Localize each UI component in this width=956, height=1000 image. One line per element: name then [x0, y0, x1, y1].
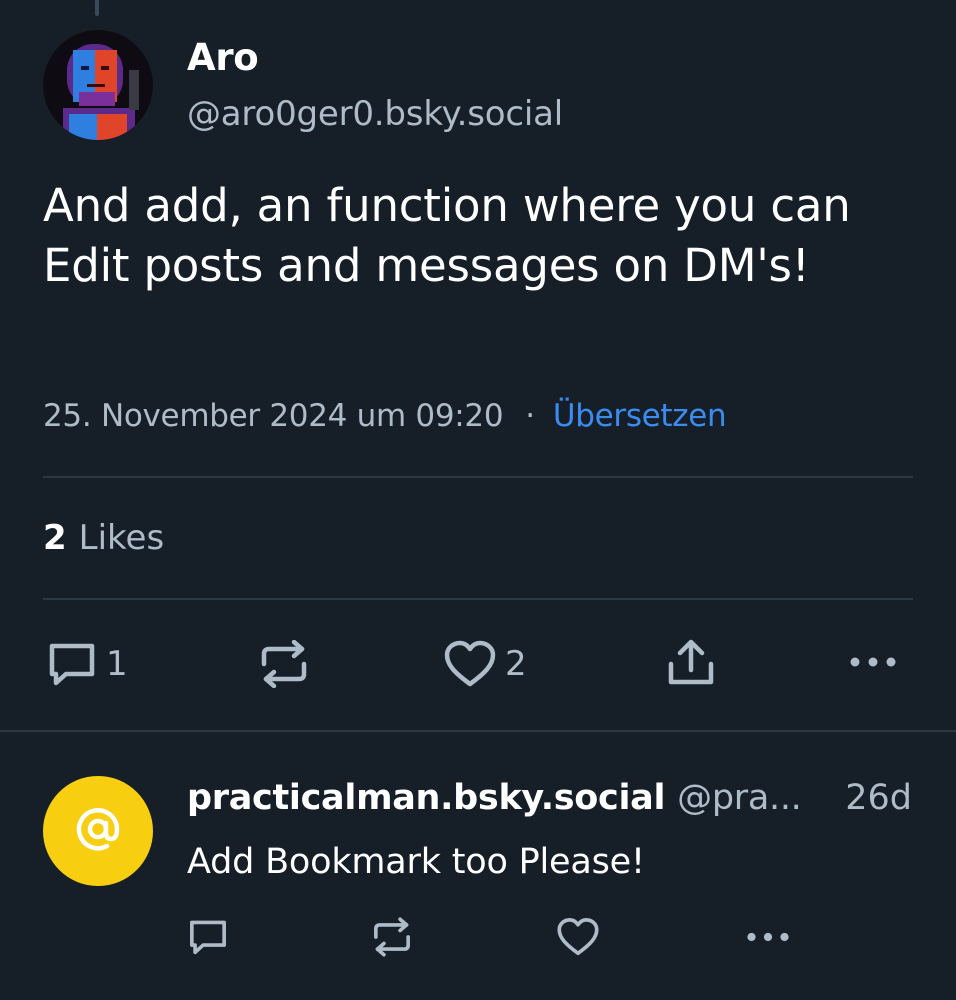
post-meta: 25. November 2024 um 09:20 · Übersetzen	[43, 398, 727, 434]
divider	[43, 598, 913, 600]
likes-count: 2	[43, 518, 67, 558]
more-options-button[interactable]	[848, 650, 898, 674]
meta-separator: ·	[525, 398, 535, 434]
speech-bubble-icon	[187, 917, 229, 957]
reply-avatar[interactable]	[43, 776, 153, 886]
reply-repost-button[interactable]	[371, 917, 413, 957]
thread-connector-line	[95, 0, 99, 16]
reply-more-options-button[interactable]	[745, 926, 791, 948]
more-dots-icon	[745, 926, 791, 948]
post-text: And add, an function where you can Edit …	[43, 179, 851, 292]
reply-button[interactable]: 1	[46, 640, 128, 688]
heart-icon	[443, 640, 497, 688]
heart-icon	[556, 917, 600, 957]
reply-author-name[interactable]: practicalman.bsky.social	[187, 778, 665, 818]
share-upload-icon	[666, 638, 716, 688]
speech-bubble-icon	[46, 640, 98, 688]
likes-label: Likes	[78, 518, 165, 558]
at-sign-icon	[75, 806, 121, 856]
like-button[interactable]: 2	[443, 640, 527, 688]
more-dots-icon	[848, 650, 898, 674]
repost-arrows-icon	[371, 917, 413, 957]
reply-header: practicalman.bsky.social @pra... 26d	[187, 778, 912, 818]
likes-summary[interactable]: 2 Likes	[43, 518, 164, 558]
reply-reply-button[interactable]	[187, 917, 229, 957]
reply-count: 1	[106, 644, 128, 684]
post-timestamp: 25. November 2024 um 09:20	[43, 398, 504, 434]
reply-text: Add Bookmark too Please!	[187, 842, 645, 882]
like-count: 2	[505, 644, 527, 684]
repost-button[interactable]	[258, 640, 310, 688]
repost-arrows-icon	[258, 640, 310, 688]
author-avatar[interactable]	[43, 30, 153, 140]
reply-timestamp[interactable]: 26d	[845, 778, 912, 818]
reply-author-handle[interactable]: @pra...	[677, 778, 802, 818]
reply-like-button[interactable]	[556, 917, 600, 957]
share-button[interactable]	[666, 638, 716, 688]
author-handle[interactable]: @aro0ger0.bsky.social	[187, 94, 563, 134]
author-name[interactable]: Aro	[187, 36, 259, 79]
translate-link[interactable]: Übersetzen	[553, 398, 727, 434]
section-divider	[0, 730, 956, 732]
divider	[43, 476, 913, 478]
